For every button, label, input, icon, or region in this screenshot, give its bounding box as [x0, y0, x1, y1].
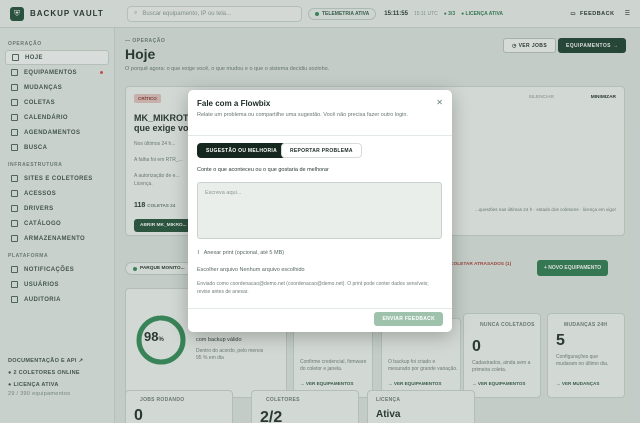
close-icon[interactable]: ✕	[436, 98, 443, 107]
send-feedback-button[interactable]: ENVIAR FEEDBACK	[374, 312, 443, 326]
tab-suggestion[interactable]: SUGESTÃO OU MELHORIA	[197, 143, 287, 158]
file-input[interactable]: Escolher arquivo Nenhum arquivo escolhid…	[197, 267, 305, 273]
feedback-textarea[interactable]	[197, 182, 442, 239]
feedback-modal: Fale com a Flowbix ✕ Relate um problema …	[188, 90, 452, 332]
paperclip-icon: ⌇	[197, 250, 200, 256]
sender-note: Enviado como coordenacao@demo.net (coord…	[197, 281, 429, 295]
attach-print-button[interactable]: ⌇ Anexar print (opcional, até 5 MB)	[197, 250, 284, 256]
modal-title: Fale com a Flowbix	[197, 99, 271, 108]
divider	[188, 135, 452, 136]
divider	[188, 308, 452, 309]
modal-description: Relate um problema ou compartilhe uma su…	[197, 112, 408, 118]
question-label: Conte o que aconteceu ou o que gostaria …	[197, 167, 329, 173]
tab-report-problem[interactable]: REPORTAR PROBLEMA	[281, 143, 362, 158]
